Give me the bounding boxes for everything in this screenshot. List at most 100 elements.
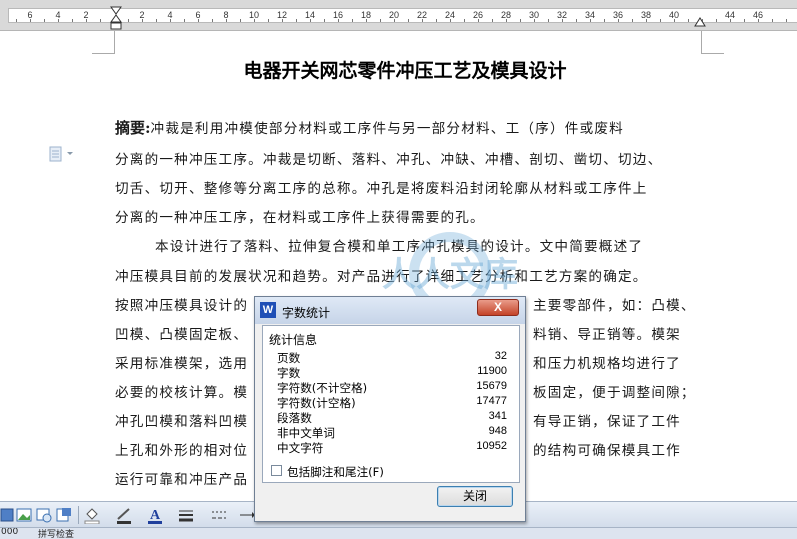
svg-text:A: A — [150, 508, 161, 523]
stat-label: 非中文单词 — [277, 426, 335, 440]
body-line: 本设计进行了落料、拉伸复合模和单工序冲孔模具的设计。文中简要概述了 — [155, 239, 644, 255]
ruler-tick — [282, 19, 283, 22]
body-line: 冲孔凹模和落料凹模 — [115, 414, 249, 430]
right-indent-marker-icon[interactable] — [694, 15, 706, 27]
ruler-tick — [450, 19, 451, 22]
stat-row-chars-no-spaces: 字符数(不计空格) 15679 — [277, 380, 507, 395]
stat-label: 字符数(计空格) — [277, 396, 356, 410]
section-label: 统计信息 — [269, 333, 318, 347]
spell-check-status[interactable]: 拼写检查 — [38, 528, 74, 539]
ruler-tick — [44, 19, 45, 22]
stat-row-pages: 页数 32 — [277, 350, 507, 365]
stat-value: 10952 — [476, 440, 507, 452]
checkbox-label: 包括脚注和尾注(F) — [287, 465, 384, 479]
stat-value: 15679 — [476, 380, 507, 392]
ruler-tick — [324, 19, 325, 22]
horizontal-ruler[interactable]: 6 4 2 2 4 6 8 10 12 14 16 18 20 22 24 26 28 30 32 34 36 38 40 4… — [0, 0, 797, 31]
statistics-panel: 统计信息 页数 32 字数 11900 字符数(不计空格) 15679 字符数(… — [262, 325, 520, 483]
fill-color-icon[interactable] — [83, 506, 101, 524]
picture-icon[interactable] — [15, 506, 33, 524]
body-line: 必要的校核计算。模 — [115, 385, 249, 401]
include-footnotes-checkbox[interactable] — [271, 465, 282, 476]
line-style-icon[interactable] — [177, 506, 195, 524]
indent-marker-icon[interactable] — [110, 6, 122, 30]
ruler-tick — [520, 19, 521, 22]
ruler-tick — [492, 19, 493, 22]
ruler-tick — [240, 19, 241, 22]
ruler-tick — [184, 19, 185, 22]
word-count-dialog: W 字数统计 X 统计信息 页数 32 字数 11900 字符数(不计空格) 1… — [254, 296, 526, 522]
body-line: 按照冲压模具设计的 — [115, 298, 249, 314]
ruler-tick — [660, 19, 661, 22]
stat-label: 段落数 — [277, 411, 312, 425]
ruler-tick — [436, 19, 437, 22]
close-button[interactable]: 关闭 — [437, 486, 513, 507]
ruler-tick — [16, 19, 17, 22]
ruler-tick — [744, 19, 745, 22]
body-line-tail: 的结构可确保模具工作 — [533, 443, 681, 459]
stat-value: 17477 — [476, 395, 507, 407]
status-bar: 000 拼写检查 — [0, 527, 797, 539]
ruler-tick — [30, 19, 31, 22]
stat-label: 字数 — [277, 366, 301, 380]
ruler-tick — [758, 19, 759, 22]
ruler-tick — [464, 19, 465, 22]
ruler-tick — [730, 19, 731, 22]
stat-label: 字符数(不计空格) — [277, 381, 368, 395]
dialog-titlebar[interactable]: W 字数统计 X — [255, 297, 525, 324]
ruler-tick — [548, 19, 549, 22]
status-left-text: 000 — [1, 527, 19, 537]
ruler-tick — [366, 19, 367, 22]
ruler-tick — [394, 19, 395, 22]
ruler-tick — [618, 19, 619, 22]
ruler-tick — [86, 19, 87, 22]
ruler-tick — [128, 19, 129, 22]
dialog-title: 字数统计 — [282, 306, 331, 320]
body-text: 冲裁是利用冲模使部分材料或工序件与另一部分材料、工（序）件或废料 — [150, 121, 624, 137]
crop-icon[interactable] — [55, 506, 73, 524]
toolbar-separator — [78, 506, 79, 524]
ruler-tick — [674, 19, 675, 22]
body-line: 切舌、切开、整修等分离工序的总称。冲孔是将废料沿封闭轮廓从材料或工序件上 — [115, 181, 648, 197]
ruler-tick — [422, 19, 423, 22]
picture-edit-icon[interactable] — [35, 506, 53, 524]
ruler-tick — [212, 19, 213, 22]
wps-app-icon: W — [260, 302, 276, 318]
stat-row-chinese-chars: 中文字符 10952 — [277, 440, 507, 455]
ruler-tick — [296, 19, 297, 22]
ruler-tick — [268, 19, 269, 22]
document-title: 电器开关网芯零件冲压工艺及模具设计 — [243, 60, 567, 82]
body-line-tail: 和压力机规格均进行了 — [533, 356, 681, 372]
ruler-tick — [646, 19, 647, 22]
body-line: 运行可靠和冲压产品 — [115, 472, 249, 488]
ruler-tick — [100, 19, 101, 22]
stat-value: 11900 — [477, 365, 507, 377]
ruler-tick — [408, 19, 409, 22]
ruler-tick — [688, 19, 689, 22]
close-icon[interactable]: X — [477, 299, 519, 316]
body-line: 分离的一种冲压工序，在材料或工序件上获得需要的孔。 — [115, 210, 485, 226]
ruler-tick — [506, 19, 507, 22]
ruler-tick — [352, 19, 353, 22]
ruler-tick — [716, 19, 717, 22]
ruler-tick — [72, 19, 73, 22]
margin-corner-top-left — [92, 31, 115, 54]
document-options-icon[interactable] — [48, 146, 78, 162]
ruler-tick — [156, 19, 157, 22]
font-color-icon[interactable]: A — [146, 506, 164, 524]
stat-value: 341 — [488, 410, 507, 422]
body-line-tail: 料销、导正销等。模架 — [533, 327, 681, 343]
body-line-tail: 有导正销，保证了工件 — [533, 414, 681, 430]
ruler-tick — [562, 19, 563, 22]
ruler-tick — [198, 19, 199, 22]
body-line: 上孔和外形的相对位 — [115, 443, 249, 459]
body-line-tail: 板固定，便于调整间隙； — [533, 385, 696, 401]
ruler-tick — [58, 19, 59, 22]
body-line-tail: 主要零部件，如：凸模、 — [533, 298, 696, 314]
stat-label: 中文字符 — [277, 441, 324, 455]
dash-style-icon[interactable] — [210, 506, 228, 524]
line-color-icon[interactable] — [115, 506, 133, 524]
stat-row-words: 字数 11900 — [277, 365, 507, 380]
ruler-tick — [590, 19, 591, 22]
margin-corner-top-right — [701, 31, 724, 54]
